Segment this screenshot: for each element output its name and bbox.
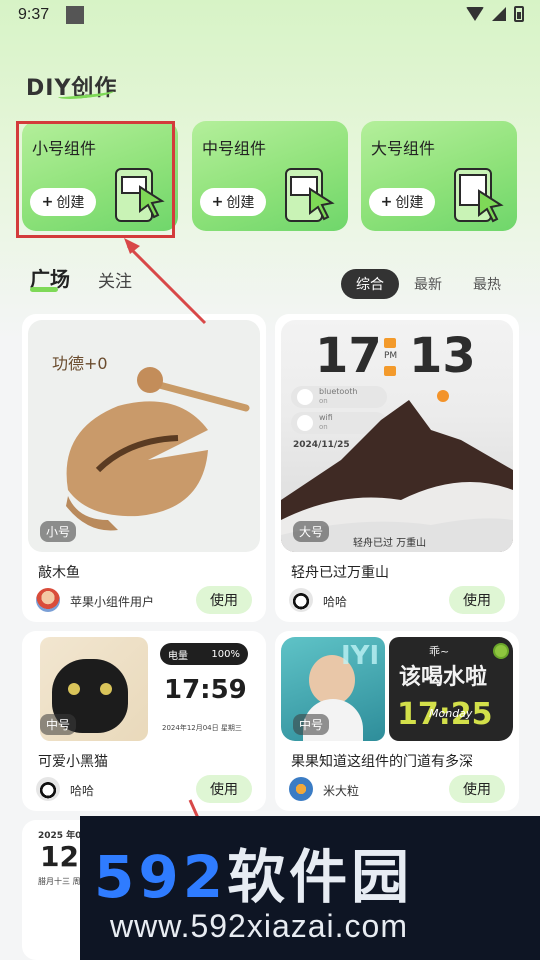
widget-date: 2024年12月04日 星期三 — [162, 724, 242, 732]
mountain-illustration — [281, 400, 513, 552]
create-large-button[interactable]: + 创建 — [369, 188, 435, 216]
post-card[interactable]: 17 PM 13 bluetooth on wifi on 2024/11/25… — [275, 314, 519, 622]
battery-value: 100% — [211, 648, 240, 660]
watermark-cn: 软件园 — [227, 843, 414, 911]
post-card[interactable]: 电量 100% 17:59 2024年12月04日 星期三 中号 可爱小黑猫 哈… — [22, 631, 266, 811]
create-label: 创建 — [395, 195, 424, 211]
avatar — [289, 588, 313, 612]
weekday-text: Monday — [429, 707, 473, 720]
author-name: 米大粒 — [323, 784, 360, 798]
signal-icon — [492, 7, 506, 21]
widget-card-medium[interactable]: 中号组件 + 创建 — [192, 121, 348, 231]
phone-cursor-icon — [454, 168, 504, 223]
create-medium-button[interactable]: + 创建 — [200, 188, 266, 216]
tab-active-indicator — [30, 287, 58, 292]
watermark-url: www.592xiazai.com — [110, 908, 408, 944]
avatar — [36, 777, 60, 801]
size-badge: 中号 — [40, 714, 77, 735]
create-label: 创建 — [226, 195, 255, 211]
sort-newest[interactable]: 最新 — [414, 274, 442, 294]
water-reminder-widget: 乖~ 该喝水啦 17:25 Monday — [389, 637, 513, 741]
watermark-banner: 592软件园 www.592xiazai.com — [80, 816, 540, 960]
plus-icon: + — [211, 194, 224, 210]
watermark-logo: 592软件园 — [94, 830, 413, 914]
size-badge: 大号 — [293, 521, 330, 542]
sort-comprehensive[interactable]: 综合 — [341, 269, 399, 299]
plus-icon: + — [380, 194, 393, 210]
post-title: 可爱小黑猫 — [38, 754, 108, 770]
kiwi-icon — [493, 643, 509, 659]
highlight-annotation-box — [16, 121, 175, 238]
post-title: 敲木鱼 — [38, 565, 80, 581]
author-name: 哈哈 — [323, 595, 348, 609]
status-bar: 9:37 — [0, 0, 540, 32]
poem-caption: 轻舟已过 万重山 — [353, 538, 427, 549]
status-time: 9:37 — [18, 6, 50, 23]
watermark-digits: 592 — [94, 843, 228, 911]
author-name: 哈哈 — [70, 784, 95, 798]
avatar — [36, 588, 60, 612]
cat-eye-icon — [100, 683, 112, 695]
use-button[interactable]: 使用 — [196, 775, 252, 803]
wooden-fish-icon — [66, 367, 250, 531]
battery-label: 电量 — [168, 650, 188, 662]
phone-cursor-icon — [285, 168, 335, 222]
sort-hottest[interactable]: 最热 — [473, 274, 501, 294]
avatar — [289, 777, 313, 801]
overlay-letters: IYI — [341, 641, 380, 671]
notification-icon — [66, 6, 84, 24]
wifi-icon — [466, 7, 484, 21]
widget-title: 大号组件 — [371, 139, 436, 158]
post-image: 电量 100% 17:59 2024年12月04日 星期三 中号 — [28, 637, 260, 741]
use-button[interactable]: 使用 — [196, 586, 252, 614]
post-card[interactable]: 功德+0 小号 敲木鱼 苹果小组件用户 使用 — [22, 314, 266, 622]
widget-card-large[interactable]: 大号组件 + 创建 — [361, 121, 517, 231]
use-button[interactable]: 使用 — [449, 586, 505, 614]
post-image: IYI 乖~ 该喝水啦 17:25 Monday 中号 — [281, 637, 513, 741]
cat-eye-icon — [68, 683, 80, 695]
battery-pill: 电量 100% — [160, 643, 248, 665]
size-badge: 小号 — [40, 521, 77, 542]
calendar-day: 12 — [40, 840, 79, 873]
post-title: 轻舟已过万重山 — [291, 565, 389, 581]
author-name: 苹果小组件用户 — [70, 595, 155, 609]
post-image: 功德+0 小号 — [28, 320, 260, 552]
widget-title: 中号组件 — [202, 139, 267, 158]
post-image: 17 PM 13 bluetooth on wifi on 2024/11/25… — [281, 320, 513, 552]
post-title: 果果知道这组件的门道有多深 — [291, 754, 473, 770]
use-button[interactable]: 使用 — [449, 775, 505, 803]
size-badge: 中号 — [293, 714, 330, 735]
post-card[interactable]: IYI 乖~ 该喝水啦 17:25 Monday 中号 果果知道这组件的门道有多… — [275, 631, 519, 811]
status-icons — [466, 6, 524, 22]
reminder-text: 该喝水啦 — [399, 665, 488, 690]
greeting-text: 乖~ — [429, 645, 450, 658]
tab-follow[interactable]: 关注 — [98, 267, 132, 292]
widget-clock: 17:59 — [164, 675, 247, 705]
battery-icon — [514, 6, 524, 22]
